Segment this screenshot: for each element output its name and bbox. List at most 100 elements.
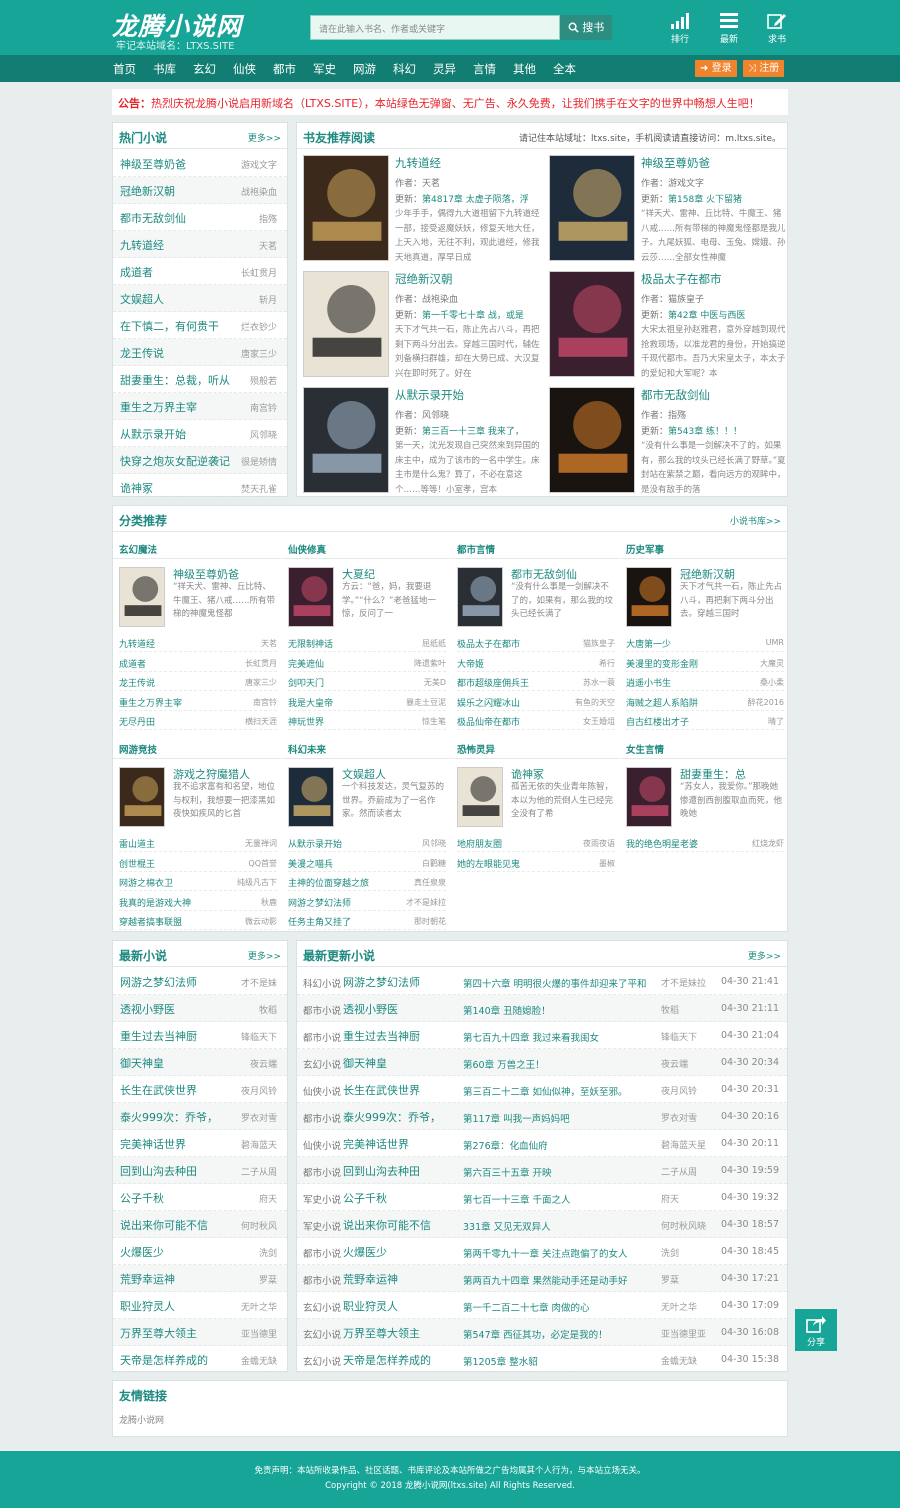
book-title[interactable]: 职业狩灵人 <box>120 1298 175 1314</box>
book-title[interactable]: 网游之梦幻法师 <box>288 896 351 909</box>
book-title[interactable]: 无尽丹田 <box>119 715 155 728</box>
book-title[interactable]: 重生之万界主宰 <box>119 696 182 709</box>
list-item[interactable]: 都市无敌剑仙 指殇 <box>113 204 287 231</box>
list-item[interactable]: 荒野幸运神 罗棻 <box>113 1265 287 1292</box>
book-title[interactable]: 说出来你可能不信 <box>343 1217 431 1233</box>
list-item[interactable]: 穿越者搞事联盟 微云动影 <box>119 912 277 930</box>
book-title[interactable]: 回到山沟去种田 <box>343 1163 420 1179</box>
category-name[interactable]: 恐怖灵异 <box>457 742 495 756</box>
list-item[interactable]: 快穿之炮灰女配逆袭记 很是矫情 <box>113 447 287 474</box>
table-row[interactable]: 军史小说 公子千秋 第七百一十三章 千面之人 府天 04-30 19:32 <box>297 1184 787 1211</box>
list-item[interactable]: 我真的是游戏大神 秋鹿 <box>119 893 277 911</box>
book-title[interactable]: 冠绝新汉朝 <box>395 271 453 287</box>
book-title[interactable]: 荒野幸运神 <box>120 1271 175 1287</box>
book-title[interactable]: 我的绝色明星老婆 <box>626 837 698 850</box>
featured-book-title[interactable]: 诡神冢 <box>511 766 544 782</box>
book-title[interactable]: 都市无敌剑仙 <box>641 387 710 403</box>
table-row[interactable]: 玄幻小说 职业狩灵人 第一千二百二十七章 肉做的心 无叶之华 04-30 17:09 <box>297 1292 787 1319</box>
nav-item[interactable]: 全本 <box>553 61 576 77</box>
list-item[interactable]: 娱乐之闪耀冰山 有鱼的天空 <box>457 693 615 711</box>
book-title[interactable]: 公子千秋 <box>120 1190 164 1206</box>
book-cover[interactable] <box>626 767 672 827</box>
table-row[interactable]: 仙侠小说 长生在武侠世界 第三百二十二章 如仙似神，至妖至邪。 夜月风铃 04-30 2… <box>297 1076 787 1103</box>
nav-item[interactable]: 言情 <box>473 61 496 77</box>
book-update[interactable]: 更新：第一千零七十章 战，或是 <box>395 308 540 321</box>
list-item[interactable]: 网游之棉衣卫 纯级凡古下 <box>119 873 277 891</box>
nav-item[interactable]: 玄幻 <box>193 61 216 77</box>
book-title[interactable]: 都市超级座佣兵王 <box>457 676 529 689</box>
list-item[interactable]: 创世棍王 QQ首誉 <box>119 854 277 872</box>
list-item[interactable]: 御天神皇 夜云端 <box>113 1049 287 1076</box>
list-item[interactable]: 剑叩天门 无美D <box>288 673 446 691</box>
book-title[interactable]: 御天神皇 <box>343 1055 387 1071</box>
featured-book-title[interactable]: 游戏之狩魔猎人 <box>173 766 250 782</box>
book-title[interactable]: 极品太子在都市 <box>457 637 520 650</box>
book-title[interactable]: 从默示录开始 <box>288 837 342 850</box>
book-cover[interactable] <box>549 271 635 377</box>
book-title[interactable]: 神级至尊奶爸 <box>641 155 710 171</box>
book-title[interactable]: 文娱超人 <box>120 291 164 307</box>
book-title[interactable]: 天帝是怎样养成的 <box>343 1352 431 1368</box>
book-title[interactable]: 网游之梦幻法师 <box>343 974 420 990</box>
chapter-link[interactable]: 第547章 西征其功，必定是我的！ <box>463 1327 608 1341</box>
list-item[interactable]: 冠绝新汉朝 战袍染血 <box>113 177 287 204</box>
chapter-link[interactable]: 第两百九十四章 果然能动手还是动手好 <box>463 1273 628 1287</box>
book-title[interactable]: 主神的位面穿越之旅 <box>288 876 369 889</box>
nav-item[interactable]: 仙侠 <box>233 61 256 77</box>
book-card[interactable]: 极品太子在都市 作者：猫族皇子 更新：第42章 中医与西医 大宋太祖皇孙赵雅君，意外穿… <box>549 271 789 381</box>
book-title[interactable]: 成道者 <box>119 657 146 670</box>
book-title[interactable]: 万界至尊大领主 <box>120 1325 197 1341</box>
book-title[interactable]: 龙王传说 <box>120 345 164 361</box>
book-title[interactable]: 极品太子在都市 <box>641 271 722 287</box>
book-title[interactable]: 大唐第一少 <box>626 637 671 650</box>
book-title[interactable]: 快穿之炮灰女配逆袭记 <box>120 453 230 469</box>
book-title[interactable]: 她的左眼能见鬼 <box>457 857 520 870</box>
featured-book-title[interactable]: 冠绝新汉朝 <box>680 566 735 582</box>
book-cover[interactable] <box>549 155 635 261</box>
list-item[interactable]: 诡神冢 焚天孔雀 <box>113 474 287 501</box>
search-input[interactable]: 请在此输入书名、作者或关键字 <box>310 15 560 40</box>
list-item[interactable]: 无尽丹田 横扫天涯 <box>119 712 277 730</box>
featured-book-title[interactable]: 文娱超人 <box>342 766 386 782</box>
book-title[interactable]: 泰火999次：乔爷， <box>120 1109 218 1125</box>
chapter-link[interactable]: 第一千二百二十七章 肉做的心 <box>463 1300 590 1314</box>
book-card[interactable]: 冠绝新汉朝 作者：战袍染血 更新：第一千零七十章 战，或是 天下才气共一石，陈止先占八… <box>303 271 543 381</box>
table-row[interactable]: 玄幻小说 万界至尊大领主 第547章 西征其功，必定是我的！ 亚当德里亚 04-30 1… <box>297 1319 787 1346</box>
table-row[interactable]: 都市小说 火爆医少 第两千零九十一章 关注点跑偏了的女人 洗剑 04-30 18:45 <box>297 1238 787 1265</box>
book-title[interactable]: 长生在武侠世界 <box>343 1082 420 1098</box>
list-item[interactable]: 雷山道主 无量禅词 <box>119 834 277 852</box>
book-title[interactable]: 完美神话世界 <box>343 1136 409 1152</box>
book-cover[interactable] <box>303 271 389 377</box>
book-title[interactable]: 娱乐之闪耀冰山 <box>457 696 520 709</box>
update-chapter[interactable]: 第4817章 太虚子陨落，浮 <box>422 195 529 205</box>
list-item[interactable]: 职业狩灵人 无叶之华 <box>113 1292 287 1319</box>
book-title[interactable]: 从默示录开始 <box>120 426 186 442</box>
list-item[interactable]: 长生在武侠世界 夜月风铃 <box>113 1076 287 1103</box>
list-item[interactable]: 极品仙帝在都市 女王婚俎 <box>457 712 615 730</box>
nav-item[interactable]: 书库 <box>153 61 176 77</box>
list-item[interactable]: 万界至尊大领主 亚当德里 <box>113 1319 287 1346</box>
list-item[interactable]: 在下慎二，有何贵干 烂衣钞少 <box>113 312 287 339</box>
category-name[interactable]: 历史军事 <box>626 542 664 556</box>
book-title[interactable]: 海贼之超人系陷阱 <box>626 696 698 709</box>
book-title[interactable]: 美漫里的变形金刚 <box>626 657 698 670</box>
list-item[interactable]: 我的绝色明星老婆 红烧龙虾 <box>626 834 784 852</box>
book-title[interactable]: 都市无敌剑仙 <box>120 210 186 226</box>
book-title[interactable]: 透视小野医 <box>343 1001 398 1017</box>
chapter-link[interactable]: 第七百一十三章 千面之人 <box>463 1192 571 1206</box>
chapter-link[interactable]: 第60章 万兽之王！ <box>463 1057 545 1071</box>
book-title[interactable]: 我真的是游戏大神 <box>119 896 191 909</box>
book-title[interactable]: 任务主角又挂了 <box>288 915 351 928</box>
book-title[interactable]: 创世棍王 <box>119 857 155 870</box>
list-item[interactable]: 完美神话世界 碧海蓝天 <box>113 1130 287 1157</box>
book-title[interactable]: 成道者 <box>120 264 153 280</box>
category-name[interactable]: 仙侠修真 <box>288 542 326 556</box>
search-button[interactable]: 搜书 <box>560 15 612 40</box>
book-title[interactable]: 雷山道主 <box>119 837 155 850</box>
book-cover[interactable] <box>288 767 334 827</box>
book-title[interactable]: 说出来你可能不信 <box>120 1217 208 1233</box>
book-title[interactable]: 火爆医少 <box>343 1244 387 1260</box>
book-title[interactable]: 甜妻重生：总裁，听从 <box>120 372 230 388</box>
book-cover[interactable] <box>457 767 503 827</box>
list-item[interactable]: 神级至尊奶爸 游戏文字 <box>113 150 287 177</box>
